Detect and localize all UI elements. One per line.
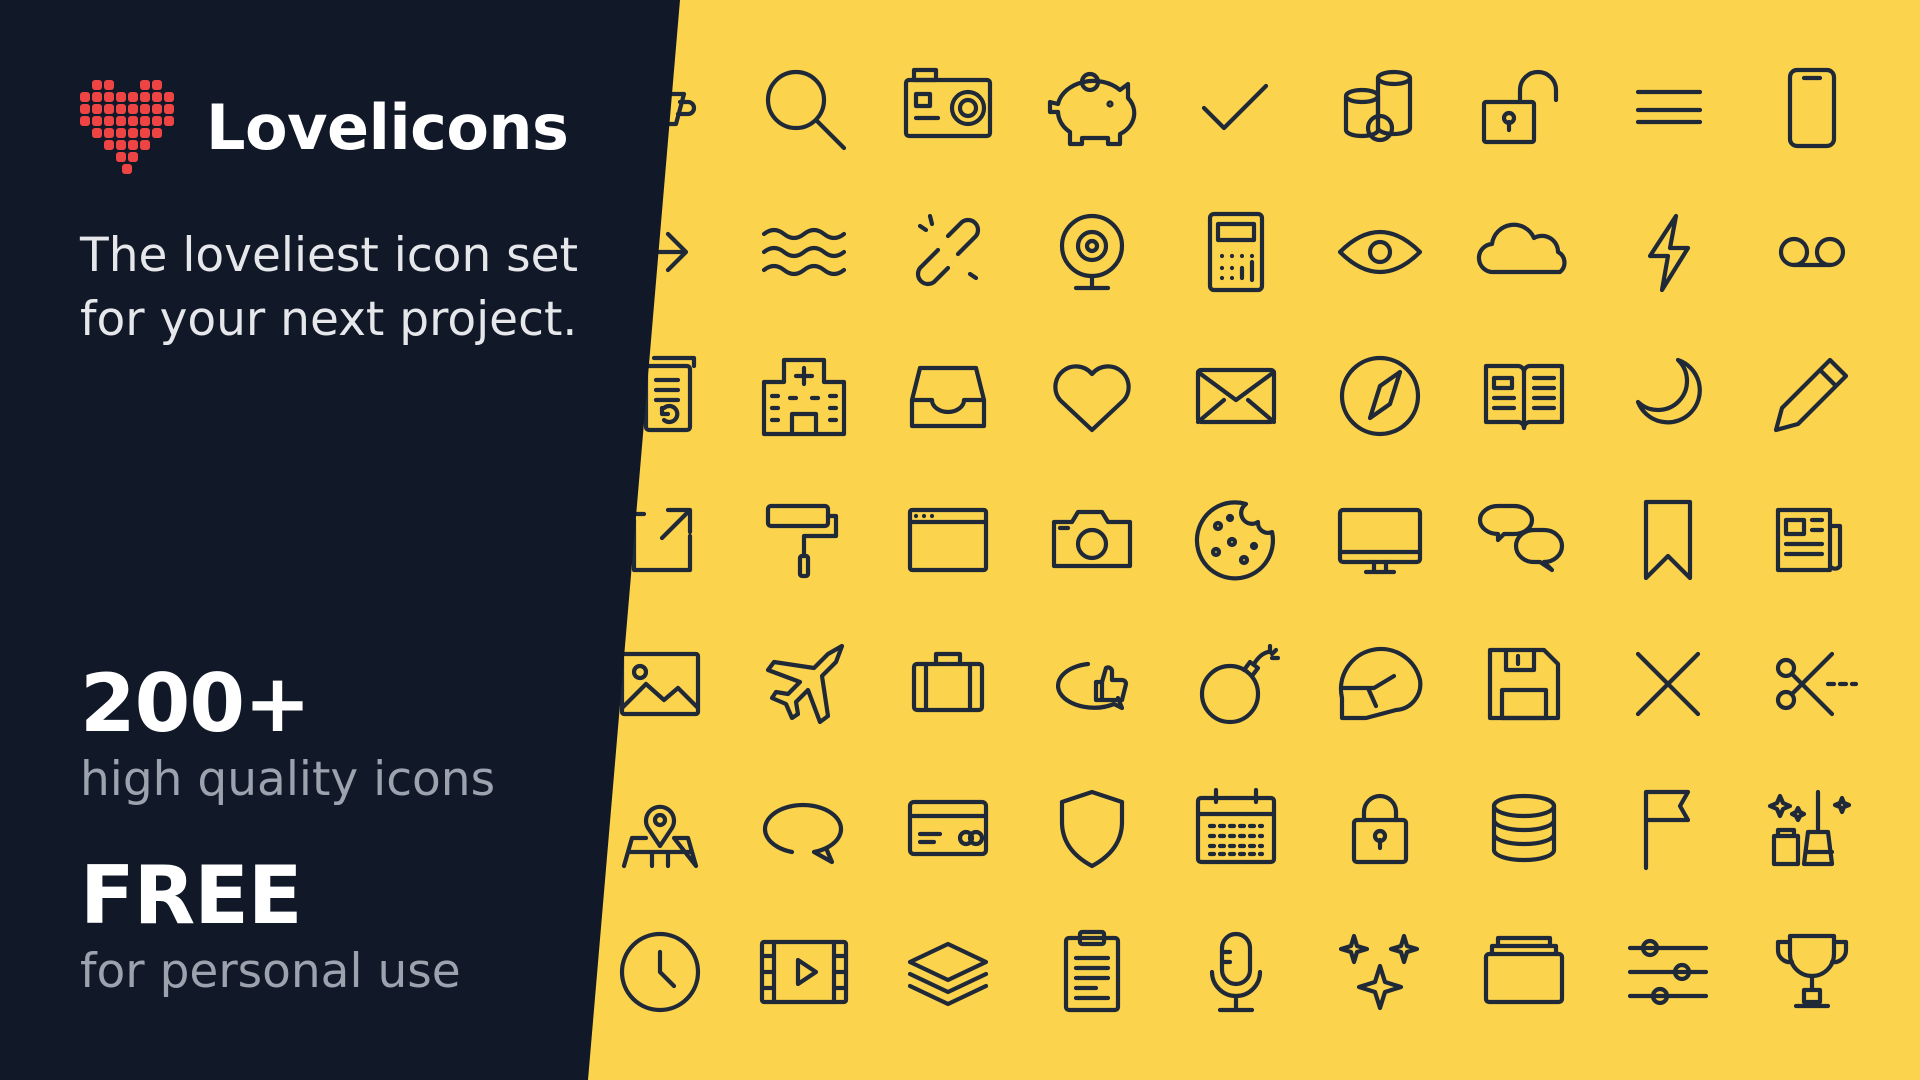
close-icon xyxy=(1635,651,1701,717)
microphone-icon xyxy=(1209,931,1263,1013)
icon-count-stat: 200+ high quality icons xyxy=(80,657,496,807)
external-link-icon xyxy=(631,507,693,573)
airplane-icon xyxy=(765,643,845,725)
browser-window-icon xyxy=(907,507,989,573)
newspaper-icon xyxy=(1775,507,1843,573)
compass-icon xyxy=(1339,355,1421,437)
tagline: The loveliest icon set for your next pro… xyxy=(80,224,600,352)
moon-icon xyxy=(1635,357,1702,425)
logo: Lovelicons xyxy=(80,80,569,176)
tagline-line-1: The loveliest icon set xyxy=(80,228,578,283)
helmet-icon xyxy=(1338,646,1423,721)
folder-icon xyxy=(1483,935,1565,1005)
smartphone-icon xyxy=(1787,67,1837,149)
trophy-icon xyxy=(1775,933,1849,1009)
database-icon xyxy=(1491,793,1557,863)
image-icon xyxy=(619,651,701,717)
menu-icon xyxy=(1635,89,1703,125)
brand-name: Lovelicons xyxy=(206,91,569,164)
inbox-tray-icon xyxy=(909,365,987,429)
paint-roller-icon xyxy=(765,503,839,579)
cloud-icon xyxy=(1476,222,1567,275)
action-camera-icon xyxy=(903,67,993,139)
eye-icon xyxy=(1337,230,1423,274)
thumbs-up-bubble-icon xyxy=(1055,661,1129,711)
icon-count-label: high quality icons xyxy=(80,752,496,807)
document-history-icon xyxy=(643,355,697,433)
map-pin-icon xyxy=(621,804,699,869)
bookmark-icon xyxy=(1643,499,1693,581)
lightning-icon xyxy=(1647,213,1691,293)
hospital-icon xyxy=(761,357,847,437)
icon-count-value: 200+ xyxy=(80,657,311,750)
price-value: FREE xyxy=(80,849,303,942)
scissors-icon xyxy=(1775,651,1859,717)
credit-card-icon xyxy=(907,799,989,857)
floppy-disk-icon xyxy=(1487,647,1561,721)
waves-icon xyxy=(761,227,847,277)
sparkles-icon xyxy=(1338,933,1420,1011)
padlock-icon xyxy=(1351,793,1409,865)
briefcase-icon xyxy=(911,651,985,713)
heart-icon xyxy=(1053,364,1131,433)
sliders-icon xyxy=(1627,938,1709,1006)
cleaning-icon xyxy=(1767,789,1852,867)
unlocked-padlock-icon xyxy=(1481,69,1559,145)
calendar-icon xyxy=(1195,787,1277,865)
tagline-line-2: for your next project. xyxy=(80,292,578,347)
voicemail-icon xyxy=(1778,236,1846,268)
speech-bubble-icon xyxy=(762,802,844,865)
video-film-icon xyxy=(759,939,849,1005)
shield-icon xyxy=(1059,789,1125,869)
piggy-bank-icon xyxy=(1047,71,1137,147)
flag-icon xyxy=(1643,789,1691,871)
monitor-icon xyxy=(1337,507,1423,575)
broken-link-icon xyxy=(915,213,981,287)
chat-bubbles-icon xyxy=(1477,503,1565,573)
bomb-icon xyxy=(1199,643,1281,725)
layers-icon xyxy=(907,941,989,1007)
clipboard-icon xyxy=(1063,929,1121,1013)
pencil-icon xyxy=(1773,357,1849,433)
camera-icon xyxy=(1051,509,1133,569)
coins-icon xyxy=(1343,69,1413,143)
search-icon xyxy=(765,69,847,151)
cookie-icon xyxy=(1194,500,1275,581)
price-label: for personal use xyxy=(80,944,461,999)
checkmark-icon xyxy=(1201,83,1269,131)
webcam-icon xyxy=(1059,213,1125,291)
open-book-icon xyxy=(1483,363,1565,431)
envelope-icon xyxy=(1195,367,1277,425)
calculator-icon xyxy=(1207,211,1265,293)
price-stat: FREE for personal use xyxy=(80,849,461,999)
clock-icon xyxy=(619,931,701,1013)
heart-pixel-logo-icon xyxy=(80,80,174,174)
